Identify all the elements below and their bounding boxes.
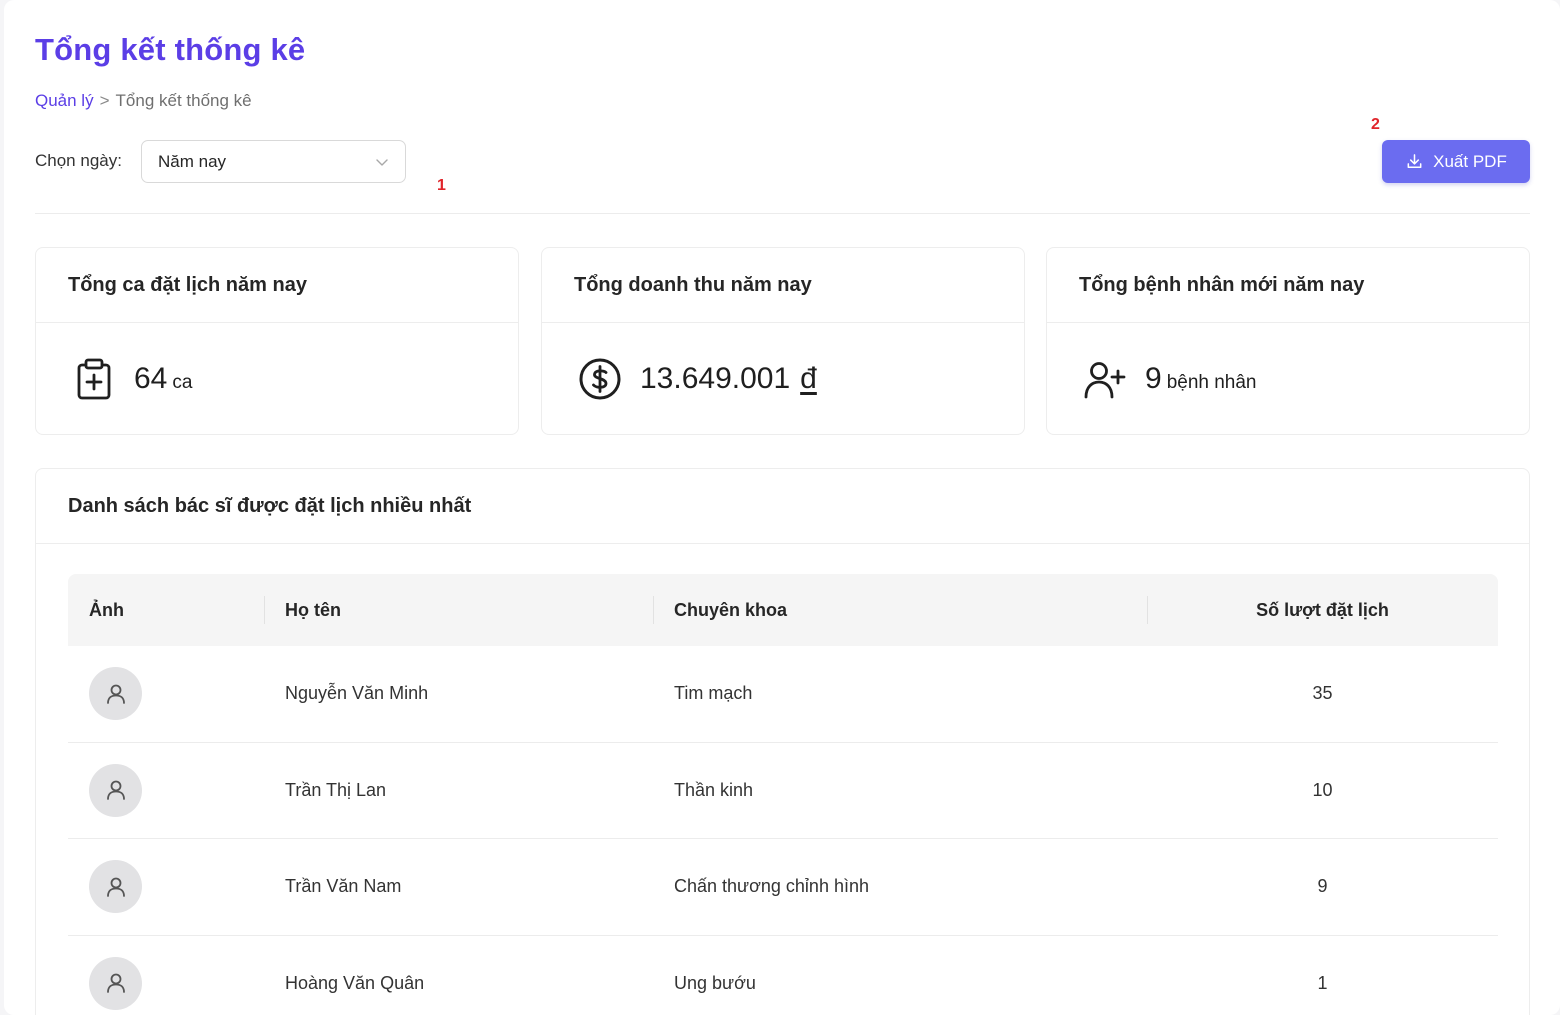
doctor-specialty: Ung bướu: [674, 972, 756, 993]
stat-card-bookings: Tổng ca đặt lịch năm nay 64 ca: [35, 247, 519, 435]
column-header-photo[interactable]: Ảnh: [68, 574, 264, 646]
dollar-circle-icon: [579, 358, 621, 400]
stat-card-title: Tổng bệnh nhân mới năm nay: [1047, 248, 1529, 323]
avatar: [89, 667, 142, 721]
avatar: [89, 860, 142, 914]
breadcrumb-separator: >: [99, 91, 110, 110]
stat-card-title: Tổng ca đặt lịch năm nay: [36, 248, 518, 323]
doctor-specialty: Tim mạch: [674, 683, 753, 704]
breadcrumb-parent-link[interactable]: Quản lý: [35, 91, 94, 110]
doctor-name: Hoàng Văn Quân: [285, 972, 425, 993]
header-divider: [35, 213, 1530, 214]
stat-card-revenue: Tổng doanh thu năm nay 13.649.001 đ: [541, 247, 1025, 435]
export-pdf-label: Xuất PDF: [1433, 151, 1507, 171]
stat-value: 9: [1145, 362, 1162, 395]
stat-unit: đ: [800, 362, 817, 395]
doctor-name: Trần Thị Lan: [285, 779, 387, 800]
doctor-specialty: Thần kinh: [674, 779, 754, 800]
table-row[interactable]: Hoàng Văn Quân Ung bướu 1: [68, 936, 1498, 1015]
date-range-selected-value: Năm nay: [158, 151, 227, 171]
booking-count: 9: [1317, 876, 1328, 897]
date-filter-label: Chọn ngày:: [35, 151, 122, 170]
avatar: [89, 763, 142, 817]
column-header-specialty[interactable]: Chuyên khoa: [653, 574, 1147, 646]
column-header-bookings[interactable]: Số lượt đặt lịch: [1147, 574, 1498, 646]
stat-unit: ca: [172, 372, 193, 393]
user-icon: [106, 973, 125, 994]
table-row[interactable]: Trần Văn Nam Chấn thương chỉnh hình 9: [68, 839, 1498, 936]
column-header-name[interactable]: Họ tên: [264, 574, 653, 646]
table-row[interactable]: Trần Thị Lan Thần kinh 10: [68, 743, 1498, 839]
breadcrumb-current: Tổng kết thống kê: [115, 91, 252, 110]
doctors-table: Ảnh Họ tên Chuyên khoa Số lượt đặt lịch …: [68, 574, 1498, 1015]
doctor-name: Nguyễn Văn Minh: [285, 683, 429, 704]
user-icon: [106, 877, 125, 897]
breadcrumb: Quản lý > Tổng kết thống kê: [35, 91, 252, 111]
table-row[interactable]: Nguyễn Văn Minh Tim mạch 35: [68, 646, 1498, 743]
booking-count: 35: [1312, 683, 1333, 704]
stat-card-new-patients: Tổng bệnh nhân mới năm nay 9 bệnh nhân: [1046, 247, 1530, 435]
date-range-select[interactable]: Năm nay: [141, 140, 406, 183]
chevron-down-icon: [376, 158, 388, 166]
user-icon: [106, 684, 125, 704]
avatar: [89, 956, 142, 1010]
doctor-name: Trần Văn Nam: [285, 876, 402, 897]
statistics-page: Tổng kết thống kê Quản lý > Tổng kết thống…: [4, 0, 1560, 1015]
download-icon: [1407, 154, 1422, 168]
top-doctors-title: Danh sách bác sĩ được đặt lịch nhiều nhấ…: [36, 469, 1529, 544]
clipboard-plus-icon: [77, 358, 111, 400]
stat-unit: bệnh nhân: [1166, 372, 1257, 393]
top-doctors-card: Danh sách bác sĩ được đặt lịch nhiều nhấ…: [35, 468, 1530, 1015]
export-pdf-button[interactable]: Xuất PDF: [1382, 140, 1530, 183]
stat-value: 64: [134, 362, 168, 395]
table-header: Ảnh Họ tên Chuyên khoa Số lượt đặt lịch: [68, 574, 1498, 646]
page-title: Tổng kết thống kê: [35, 32, 306, 67]
doctor-specialty: Chấn thương chỉnh hình: [674, 876, 869, 897]
booking-count: 10: [1312, 779, 1333, 800]
stat-value: 13.649.001: [640, 362, 791, 395]
stat-card-title: Tổng doanh thu năm nay: [542, 248, 1024, 323]
user-plus-icon: [1084, 362, 1126, 399]
user-icon: [106, 780, 125, 801]
booking-count: 1: [1317, 972, 1328, 993]
annotation-marker-1: 1: [437, 177, 446, 194]
annotation-marker-2: 2: [1371, 116, 1380, 133]
